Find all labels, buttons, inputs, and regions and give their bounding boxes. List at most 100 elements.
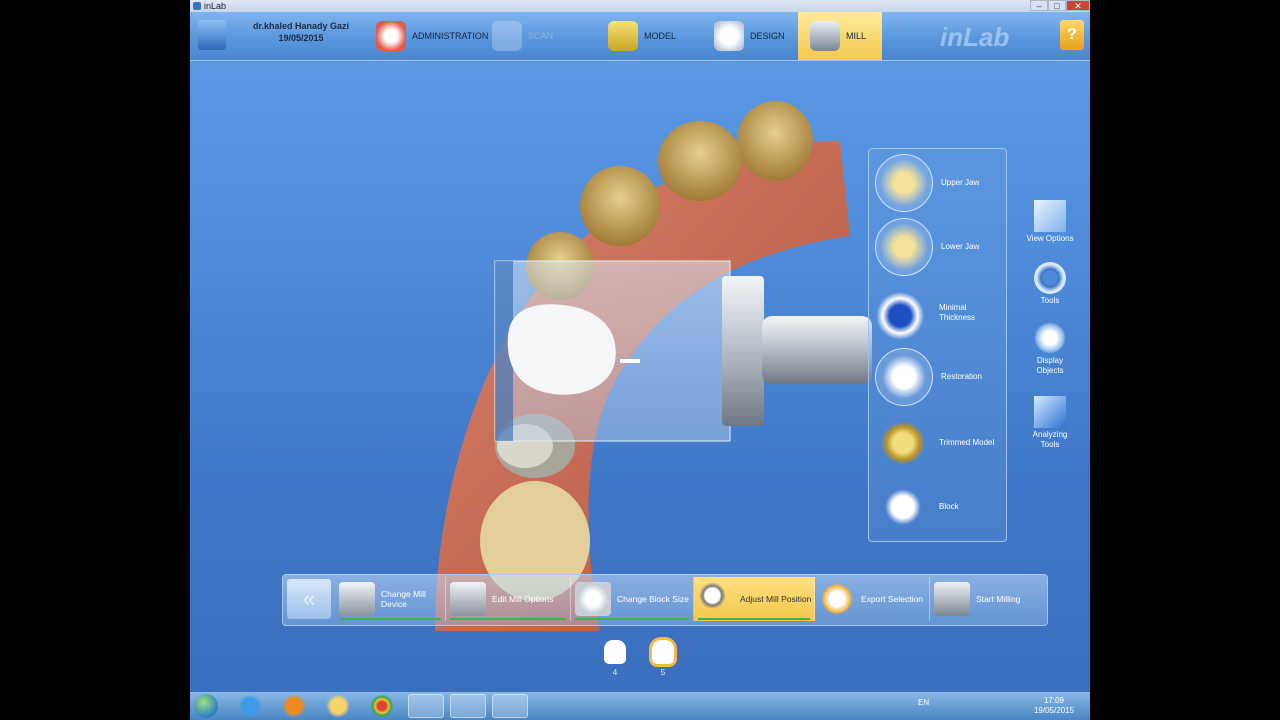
tools-button[interactable]: Tools xyxy=(1025,262,1075,306)
stage-mill[interactable]: MILL xyxy=(798,12,883,60)
tooth-tab-4[interactable]: 4 xyxy=(601,640,629,677)
taskbar: EN 17:09 19/05/2015 xyxy=(190,692,1090,720)
stage-administration[interactable]: ADMINISTRATION xyxy=(376,12,488,60)
analyzing-tools-button[interactable]: Analyzing Tools xyxy=(1025,396,1075,450)
button-label: Start Milling xyxy=(976,594,1021,604)
object-lower-jaw[interactable]: Lower Jaw xyxy=(875,217,1003,277)
stage-model[interactable]: MODEL xyxy=(608,12,676,60)
display-objects-button[interactable]: Display Objects xyxy=(1025,322,1075,376)
objects-panel: Upper Jaw Lower Jaw Minimal Thickness Re… xyxy=(868,148,1007,542)
chrome-icon[interactable] xyxy=(364,694,400,718)
change-mill-device-button[interactable]: Change Mill Device xyxy=(335,577,446,621)
phase-bar: dr.khaled Hanady Gazi 19/05/2015 ADMINIS… xyxy=(190,12,1090,61)
sprue xyxy=(620,359,640,363)
object-restoration[interactable]: Restoration xyxy=(875,347,1003,407)
taskbar-app-2[interactable] xyxy=(450,694,486,718)
minimal-thickness-icon xyxy=(875,285,931,341)
mill-shaft xyxy=(762,316,872,384)
object-label: Block xyxy=(939,502,959,511)
adjust-mill-position-button[interactable]: Adjust Mill Position xyxy=(694,577,815,621)
stage-label: ADMINISTRATION xyxy=(412,31,489,41)
tooth-number: 5 xyxy=(660,668,666,677)
tool-label: Tools xyxy=(1040,296,1060,305)
tool-label: Analyzing Tools xyxy=(1032,430,1068,449)
title-bar: inLab – □ ✕ xyxy=(190,0,1090,12)
app-icon xyxy=(193,2,201,10)
stage-label: SCAN xyxy=(528,31,554,41)
window-title: inLab xyxy=(204,1,227,11)
back-button[interactable]: « xyxy=(287,579,331,619)
upper-jaw-icon xyxy=(875,154,933,212)
tooth xyxy=(737,101,813,181)
taskbar-app-1[interactable] xyxy=(408,694,444,718)
tooth-icon xyxy=(652,640,674,664)
tool-label: Display Objects xyxy=(1036,356,1064,375)
object-label: Minimal Thickness xyxy=(939,303,976,322)
mill-holder-plate xyxy=(722,276,764,426)
progress-underline xyxy=(575,618,689,620)
start-button[interactable] xyxy=(194,694,218,718)
progress-underline xyxy=(698,618,810,620)
scan-icon xyxy=(492,21,522,51)
inlab-logo: inLab xyxy=(940,22,1010,52)
language-indicator[interactable]: EN xyxy=(918,698,929,707)
cube-icon xyxy=(1034,200,1066,232)
patient-info: dr.khaled Hanady Gazi 19/05/2015 xyxy=(236,20,366,44)
patient-date: 19/05/2015 xyxy=(278,33,324,43)
restoration-icon xyxy=(875,348,933,406)
internet-explorer-icon[interactable] xyxy=(232,694,268,718)
patient-name: dr.khaled Hanady Gazi xyxy=(252,21,350,31)
file-explorer-icon[interactable] xyxy=(320,694,356,718)
object-upper-jaw[interactable]: Upper Jaw xyxy=(875,153,1003,213)
stage-label: DESIGN xyxy=(750,31,785,41)
block-size-icon xyxy=(575,582,611,616)
magnifier-icon xyxy=(698,582,734,616)
taskbar-inlab[interactable] xyxy=(492,694,528,718)
display-objects-icon xyxy=(1034,322,1066,354)
button-label: Change Block Size xyxy=(617,594,689,604)
tooth-tab-5[interactable]: 5 xyxy=(649,640,677,677)
home-icon[interactable] xyxy=(198,20,226,50)
clock-time: 17:09 xyxy=(1043,696,1065,705)
stage-scan: SCAN xyxy=(492,12,553,60)
object-block[interactable]: Block xyxy=(875,477,1003,537)
export-icon xyxy=(819,582,855,616)
minimize-button[interactable]: – xyxy=(1030,0,1048,11)
progress-underline xyxy=(339,618,441,620)
stage-design[interactable]: DESIGN xyxy=(714,12,785,60)
change-block-size-button[interactable]: Change Block Size xyxy=(571,577,694,621)
tooth-number: 4 xyxy=(612,668,618,677)
edit-mill-options-button[interactable]: Edit Mill Options xyxy=(446,577,571,621)
object-trimmed-model[interactable]: Trimmed Model xyxy=(875,413,1003,473)
analyzing-tools-icon xyxy=(1034,396,1066,428)
media-player-icon[interactable] xyxy=(276,694,312,718)
mill-workflow-bar: « Change Mill Device Edit Mill Options C… xyxy=(282,574,1048,626)
object-minimal-thickness[interactable]: Minimal Thickness xyxy=(875,283,1003,343)
tooth xyxy=(658,121,742,201)
start-milling-icon xyxy=(934,582,970,616)
tools-ring-icon xyxy=(1034,262,1066,294)
close-button[interactable]: ✕ xyxy=(1066,0,1090,11)
lower-jaw-icon xyxy=(875,218,933,276)
inlab-window: inLab – □ ✕ dr.khaled Hanady Gazi 19/05/… xyxy=(190,0,1090,692)
block-icon xyxy=(875,479,931,535)
clock-date: 19/05/2015 xyxy=(1033,706,1075,715)
export-selection-button[interactable]: Export Selection xyxy=(815,577,930,621)
system-clock[interactable]: 17:09 19/05/2015 xyxy=(1028,696,1080,716)
stage-label: MILL xyxy=(846,31,867,41)
stage-label: MODEL xyxy=(644,31,677,41)
tool-label: View Options xyxy=(1026,234,1074,243)
button-label: Export Selection xyxy=(861,594,923,604)
object-label: Restoration xyxy=(941,372,982,381)
tooth-icon xyxy=(604,640,626,664)
mill-options-icon xyxy=(450,582,486,616)
help-icon[interactable]: ? xyxy=(1060,20,1084,50)
maximize-button[interactable]: □ xyxy=(1048,0,1066,11)
button-label: Adjust Mill Position xyxy=(740,594,812,604)
model-icon xyxy=(608,21,638,51)
administration-icon xyxy=(376,21,406,51)
view-options-button[interactable]: View Options xyxy=(1025,200,1075,244)
button-label: Change Mill Device xyxy=(381,589,426,609)
trimmed-model-icon xyxy=(875,415,931,471)
start-milling-button[interactable]: Start Milling xyxy=(930,577,1042,621)
